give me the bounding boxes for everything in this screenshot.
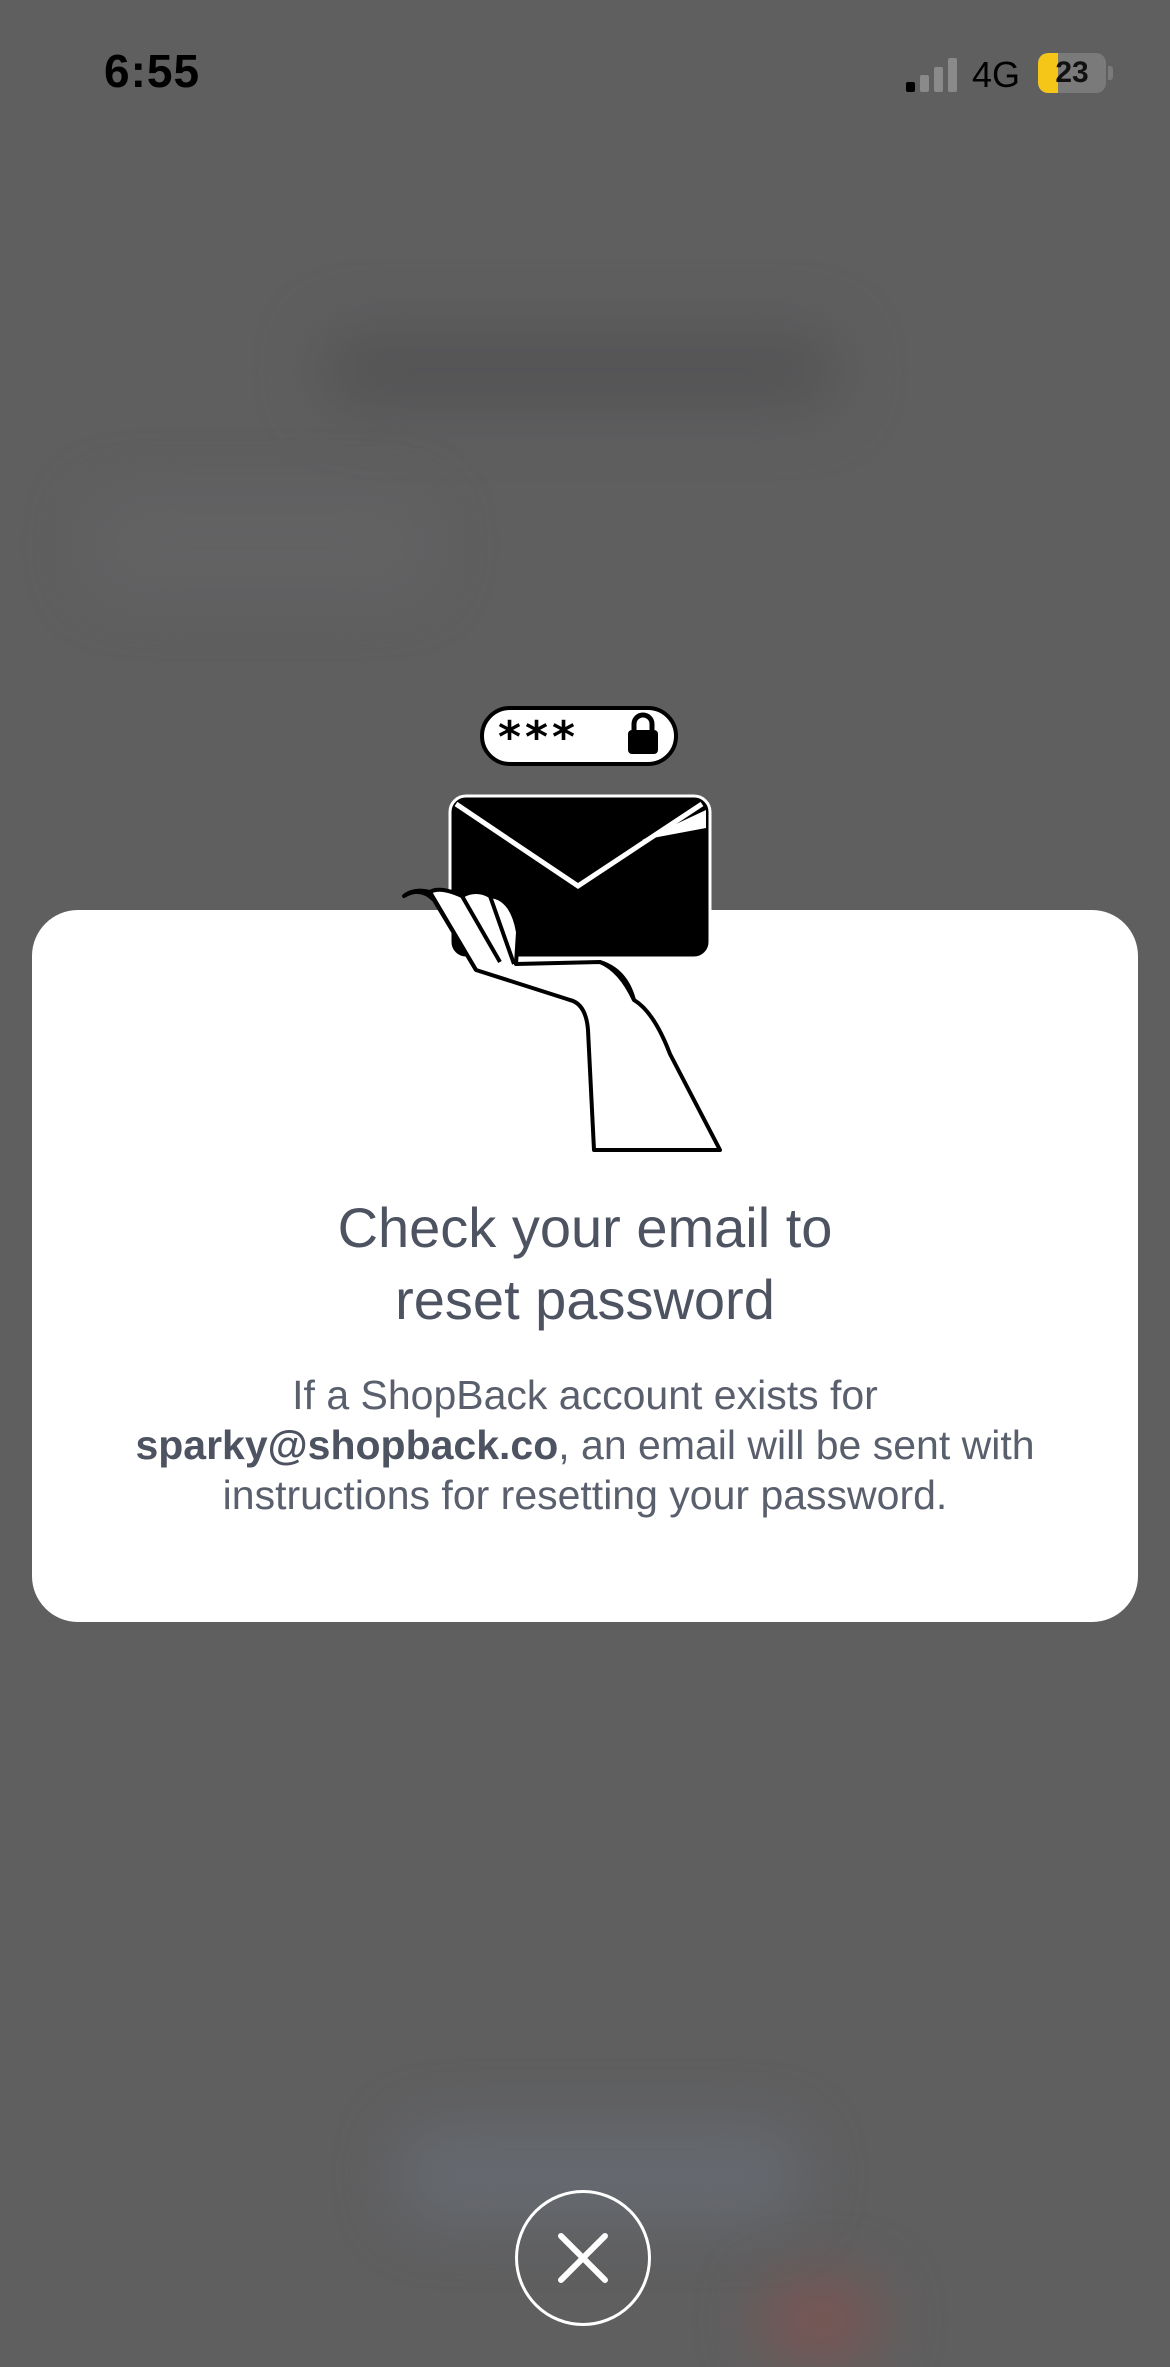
- battery-percentage: 23: [1055, 56, 1089, 89]
- network-type: 4G: [972, 54, 1021, 95]
- dialog-title-line2: reset password: [395, 1268, 775, 1331]
- account-email: sparky@shopback.co: [135, 1422, 559, 1468]
- password-lock-badge: ***: [480, 706, 678, 766]
- status-time: 6:55: [104, 45, 201, 97]
- close-icon: [558, 2233, 608, 2283]
- background-blur-accent: [760, 2280, 880, 2360]
- dialog-title-line1: Check your email to: [337, 1196, 833, 1259]
- background-blur-header: [320, 330, 840, 410]
- status-bar: 6:55 4G 23: [0, 0, 1170, 150]
- email-hand-illustration: ***: [402, 706, 722, 1152]
- password-mask-text: ***: [498, 712, 579, 763]
- battery-icon: 23: [1038, 53, 1106, 93]
- battery-tip: [1108, 66, 1113, 80]
- cellular-signal-icon: [906, 58, 957, 92]
- background-blur-left: [90, 500, 430, 590]
- message-prefix: If a ShopBack account exists for: [292, 1372, 878, 1418]
- close-button[interactable]: [515, 2190, 651, 2326]
- dialog-message: If a ShopBack account exists for sparky@…: [90, 1370, 1080, 1520]
- dialog-title: Check your email to reset password: [32, 1192, 1138, 1336]
